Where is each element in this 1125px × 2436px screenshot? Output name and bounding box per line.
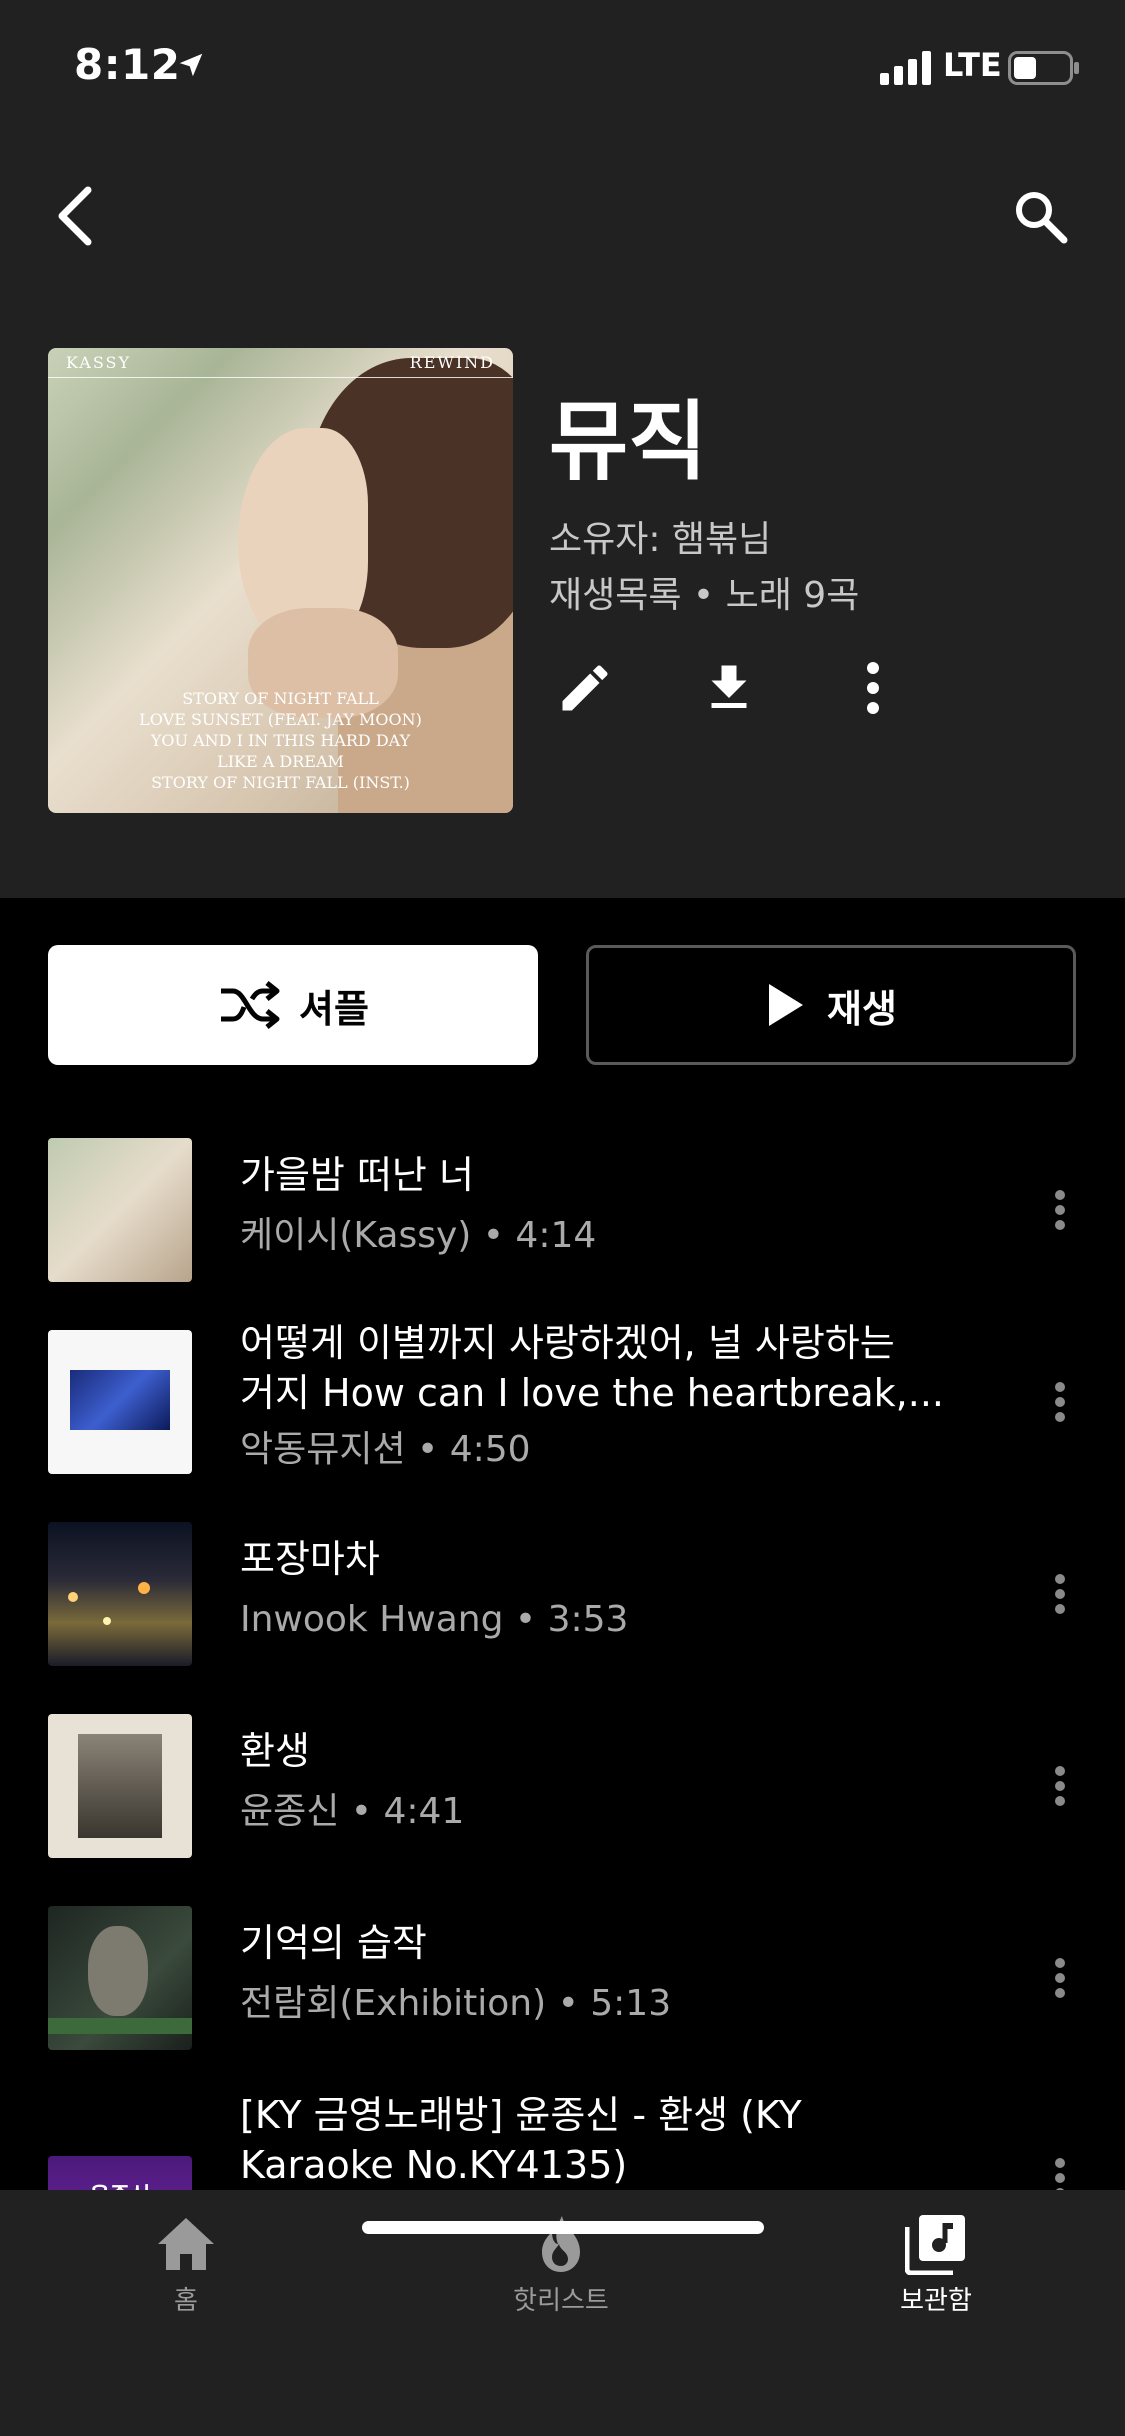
more-vert-icon (1055, 1958, 1065, 1998)
nav-hotlist-label: 핫리스트 (513, 2286, 609, 2316)
more-vert-icon (1055, 1766, 1065, 1806)
back-arrow-icon (58, 186, 92, 246)
song-thumbnail (48, 1714, 192, 1858)
edit-button[interactable] (552, 655, 618, 721)
playlist-meta: 재생목록 • 노래 9곡 (549, 575, 860, 616)
status-bar: 8:12 LTE (0, 0, 1125, 135)
song-subtitle: 악동뮤지션 • 4:50 (240, 1429, 531, 1470)
cover-tracklist: STORY OF NIGHT FALL LOVE SUNSET (FEAT. J… (139, 689, 422, 792)
play-label: 재생 (827, 986, 897, 1031)
library-music-icon (905, 2215, 965, 2275)
song-row[interactable]: 기억의 습작 전람회(Exhibition) • 5:13 (0, 1898, 1125, 2090)
playlist-owner: 소유자: 햄볶님 (549, 519, 772, 560)
search-icon (1016, 192, 1068, 244)
song-row[interactable]: 가을밤 떠난 너 케이시(Kassy) • 4:14 (0, 1130, 1125, 1322)
more-vert-icon (1055, 2158, 1065, 2190)
more-vert-icon (1055, 1574, 1065, 1614)
play-icon (769, 984, 804, 1026)
nav-home-label: 홈 (174, 2286, 198, 2316)
song-title: 포장마차 (240, 1537, 380, 1581)
playlist-header: 8:12 LTE KASSY REWIND STORY OF NIGHT FAL… (0, 0, 1125, 898)
song-thumbnail: 윤종신 (48, 2156, 192, 2190)
playlist-title: 뮤직 (549, 392, 708, 492)
song-list: 가을밤 떠난 너 케이시(Kassy) • 4:14 어떻게 이별까지 사랑하겠… (0, 1130, 1125, 2190)
status-time: 8:12 (74, 40, 181, 89)
song-title-line1: 어떻게 이별까지 사랑하겠어, 널 사랑하는 (240, 1321, 895, 1365)
song-more-button[interactable] (1040, 1170, 1080, 1250)
shuffle-button[interactable]: 셔플 (48, 945, 538, 1065)
song-thumbnail (48, 1906, 192, 2050)
shuffle-label: 셔플 (299, 986, 369, 1031)
song-title-line2: 거지 How can I love the heartbreak,... (240, 1371, 944, 1415)
search-button[interactable] (1004, 180, 1076, 252)
song-title: 가을밤 떠난 너 (240, 1153, 474, 1197)
download-button[interactable] (696, 655, 762, 721)
home-indicator (362, 2221, 764, 2234)
song-row[interactable]: 환생 윤종신 • 4:41 (0, 1706, 1125, 1898)
more-options-button[interactable] (840, 655, 906, 721)
home-icon (158, 2218, 214, 2270)
more-vert-icon (867, 662, 879, 714)
song-title-line1: [KY 금영노래방] 윤종신 - 환생 (KY (240, 2093, 802, 2137)
song-row[interactable]: 포장마차 Inwook Hwang • 3:53 (0, 1514, 1125, 1706)
song-thumbnail (48, 1138, 192, 1282)
song-title-line2: Karaoke No.KY4135) (240, 2143, 628, 2187)
nav-home[interactable]: 홈 (86, 2212, 286, 2332)
shuffle-icon (221, 981, 280, 1029)
song-title: 기억의 습작 (240, 1921, 427, 1965)
more-vert-icon (1055, 1190, 1065, 1230)
cover-brand-right: REWIND (409, 353, 495, 372)
song-title: 환생 (240, 1729, 310, 1773)
song-more-button[interactable] (1040, 2138, 1080, 2190)
nav-library[interactable]: 보관함 (836, 2212, 1036, 2332)
song-more-button[interactable] (1040, 1554, 1080, 1634)
song-more-button[interactable] (1040, 1938, 1080, 2018)
more-vert-icon (1055, 1382, 1065, 1422)
app-root: 8:12 LTE KASSY REWIND STORY OF NIGHT FAL… (0, 0, 1125, 2436)
play-button[interactable]: 재생 (586, 945, 1076, 1065)
song-subtitle: Inwook Hwang • 3:53 (240, 1599, 629, 1640)
cover-brand-left: KASSY (66, 353, 132, 372)
bottom-navigation: 홈 핫리스트 보관함 (0, 2190, 1125, 2436)
song-thumbnail (48, 1330, 192, 1474)
location-arrow-icon (179, 53, 203, 77)
song-row[interactable]: 윤종신 [KY 금영노래방] 윤종신 - 환생 (KY Karaoke No.K… (0, 2090, 1125, 2190)
playlist-cover: KASSY REWIND STORY OF NIGHT FALL LOVE SU… (48, 348, 513, 813)
song-subtitle: 전람회(Exhibition) • 5:13 (240, 1983, 672, 2024)
song-more-button[interactable] (1040, 1746, 1080, 1826)
song-more-button[interactable] (1040, 1362, 1080, 1442)
song-subtitle: 케이시(Kassy) • 4:14 (240, 1215, 597, 1256)
signal-icon (880, 51, 931, 85)
song-row[interactable]: 어떻게 이별까지 사랑하겠어, 널 사랑하는 거지 How can I love… (0, 1321, 1125, 1514)
battery-icon (1008, 51, 1079, 85)
edit-icon (562, 665, 608, 711)
back-button[interactable] (44, 176, 104, 256)
network-type: LTE (943, 46, 1002, 84)
song-subtitle: 윤종신 • 4:41 (240, 1791, 465, 1832)
song-thumbnail (48, 1522, 192, 1666)
thumb-text: 윤종신 (48, 2178, 192, 2190)
download-icon (711, 665, 747, 708)
nav-library-label: 보관함 (900, 2286, 972, 2316)
